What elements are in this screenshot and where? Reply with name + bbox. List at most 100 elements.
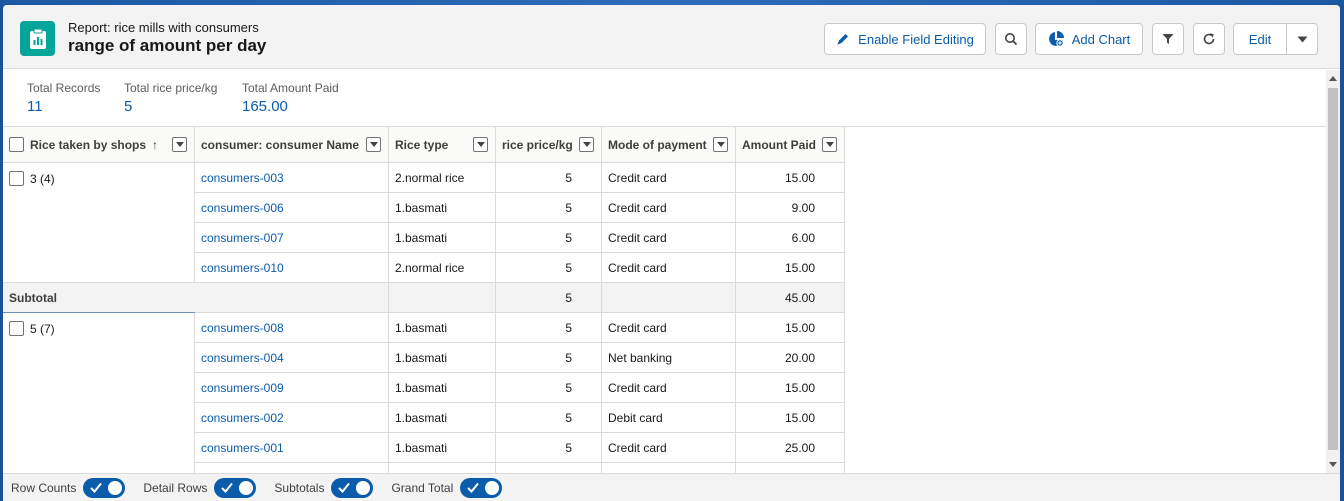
price-cell: 5: [496, 343, 602, 373]
column-menu-icon[interactable]: [579, 137, 594, 152]
metric-total-price: Total rice price/kg 5: [124, 81, 217, 115]
check-icon: [90, 482, 103, 493]
column-menu-icon[interactable]: [172, 137, 187, 152]
amount-cell: 9.00: [736, 193, 845, 223]
detail-rows-toggle[interactable]: [214, 477, 257, 498]
rice-type-cell: 1.basmati: [389, 403, 496, 433]
column-menu-icon[interactable]: [366, 137, 381, 152]
grand-total-toggle[interactable]: [460, 477, 503, 498]
amount-cell: 15.00: [736, 163, 845, 193]
metric-total-records: Total Records 11: [27, 81, 100, 115]
group-label: 5 (7): [9, 321, 55, 336]
column-header-label: Rice type: [395, 137, 449, 152]
toggle-label: Row Counts: [11, 480, 77, 495]
amount-cell: 25.00: [736, 433, 845, 463]
empty-cell: [389, 463, 496, 473]
rice-type-cell: 1.basmati: [389, 343, 496, 373]
check-icon: [338, 482, 351, 493]
payment-cell: Credit card: [602, 373, 736, 403]
metric-value: 165.00: [242, 98, 288, 115]
empty-cell: [736, 463, 845, 473]
row-counts-toggle-group: Row Counts: [11, 477, 126, 498]
price-cell: 5: [496, 253, 602, 283]
table-row: consumers-009 1.basmati 5 Credit card 15…: [195, 373, 845, 403]
column-header-amount[interactable]: Amount Paid: [736, 127, 845, 163]
rice-type-cell: 2.normal rice: [389, 253, 496, 283]
scroll-up-icon[interactable]: [1329, 76, 1337, 81]
enable-field-editing-button[interactable]: Enable Field Editing: [824, 23, 986, 55]
consumer-link[interactable]: consumers-003: [195, 163, 389, 193]
metric-value: 5: [124, 98, 133, 115]
column-menu-icon[interactable]: [822, 137, 837, 152]
toggle-knob: [239, 480, 254, 495]
consumer-link[interactable]: consumers-008: [195, 313, 389, 343]
price-cell: 5: [496, 313, 602, 343]
check-icon: [467, 482, 480, 493]
sort-ascending-icon: ↑: [152, 137, 159, 152]
filter-icon: [1162, 33, 1174, 45]
column-menu-icon[interactable]: [713, 137, 728, 152]
empty-cell: [602, 463, 736, 473]
row-counts-toggle[interactable]: [83, 477, 126, 498]
subtotal-row: Subtotal 5 45.00: [3, 283, 845, 313]
subtotal-empty-cell: [195, 283, 389, 313]
payment-cell: Credit card: [602, 313, 736, 343]
amount-cell: 6.00: [736, 223, 845, 253]
enable-field-editing-label: Enable Field Editing: [858, 31, 974, 47]
chevron-down-icon: [1297, 36, 1308, 43]
vertical-scrollbar[interactable]: [1326, 70, 1340, 473]
price-cell: 5: [496, 193, 602, 223]
check-icon: [221, 482, 234, 493]
edit-button[interactable]: Edit: [1233, 23, 1287, 55]
amount-cell: 15.00: [736, 403, 845, 433]
payment-cell: Credit card: [602, 223, 736, 253]
consumer-link[interactable]: consumers-010: [195, 253, 389, 283]
consumer-link[interactable]: consumers-001: [195, 433, 389, 463]
filter-button[interactable]: [1152, 23, 1184, 55]
column-header-label: rice price/kg: [502, 137, 573, 152]
column-header-rice-type[interactable]: Rice type: [389, 127, 496, 163]
grand-total-toggle-group: Grand Total: [391, 477, 503, 498]
metric-total-amount: Total Amount Paid 165.00: [242, 81, 339, 115]
column-header-label: Rice taken by shops: [30, 137, 147, 152]
table-row: consumers-006 1.basmati 5 Credit card 9.…: [195, 193, 845, 223]
subtotal-amount: 45.00: [736, 283, 845, 313]
payment-cell: Debit card: [602, 403, 736, 433]
scroll-down-icon[interactable]: [1329, 462, 1337, 467]
group-checkbox[interactable]: [9, 321, 24, 336]
scrollbar-thumb[interactable]: [1328, 88, 1338, 450]
column-header-label: Mode of payment: [608, 137, 707, 152]
subtotal-empty-cell: [602, 283, 736, 313]
subtotals-toggle[interactable]: [331, 477, 374, 498]
group-cell: 5 (7): [3, 313, 195, 473]
consumer-link[interactable]: consumers-006: [195, 193, 389, 223]
group-checkbox[interactable]: [9, 171, 24, 186]
subtotals-toggle-group: Subtotals: [274, 477, 374, 498]
select-all-checkbox[interactable]: [9, 137, 24, 152]
consumer-link[interactable]: consumers-004: [195, 343, 389, 373]
edit-label: Edit: [1248, 31, 1272, 47]
empty-cell: [195, 463, 389, 473]
report-footer: Row Counts Detail Rows Subtotals Grand T…: [3, 473, 1340, 501]
consumer-link[interactable]: consumers-009: [195, 373, 389, 403]
add-chart-button[interactable]: Add Chart: [1035, 23, 1143, 55]
column-menu-icon[interactable]: [473, 137, 488, 152]
rice-type-cell: 1.basmati: [389, 373, 496, 403]
column-header-payment[interactable]: Mode of payment: [602, 127, 736, 163]
consumer-link[interactable]: consumers-007: [195, 223, 389, 253]
metric-label: Total Amount Paid: [242, 81, 339, 95]
column-header-group[interactable]: Rice taken by shops ↑: [3, 127, 195, 163]
edit-menu-button[interactable]: [1286, 23, 1318, 55]
search-button[interactable]: [995, 23, 1027, 55]
price-cell: 5: [496, 223, 602, 253]
price-cell: 5: [496, 163, 602, 193]
table-row: consumers-007 1.basmati 5 Credit card 6.…: [195, 223, 845, 253]
refresh-button[interactable]: [1193, 23, 1225, 55]
rice-type-cell: 1.basmati: [389, 313, 496, 343]
empty-cell: [496, 463, 602, 473]
toggle-knob: [356, 480, 371, 495]
column-header-consumer[interactable]: consumer: consumer Name: [195, 127, 389, 163]
consumer-link[interactable]: consumers-002: [195, 403, 389, 433]
table-row: consumers-008 1.basmati 5 Credit card 15…: [195, 313, 845, 343]
column-header-price[interactable]: rice price/kg: [496, 127, 602, 163]
